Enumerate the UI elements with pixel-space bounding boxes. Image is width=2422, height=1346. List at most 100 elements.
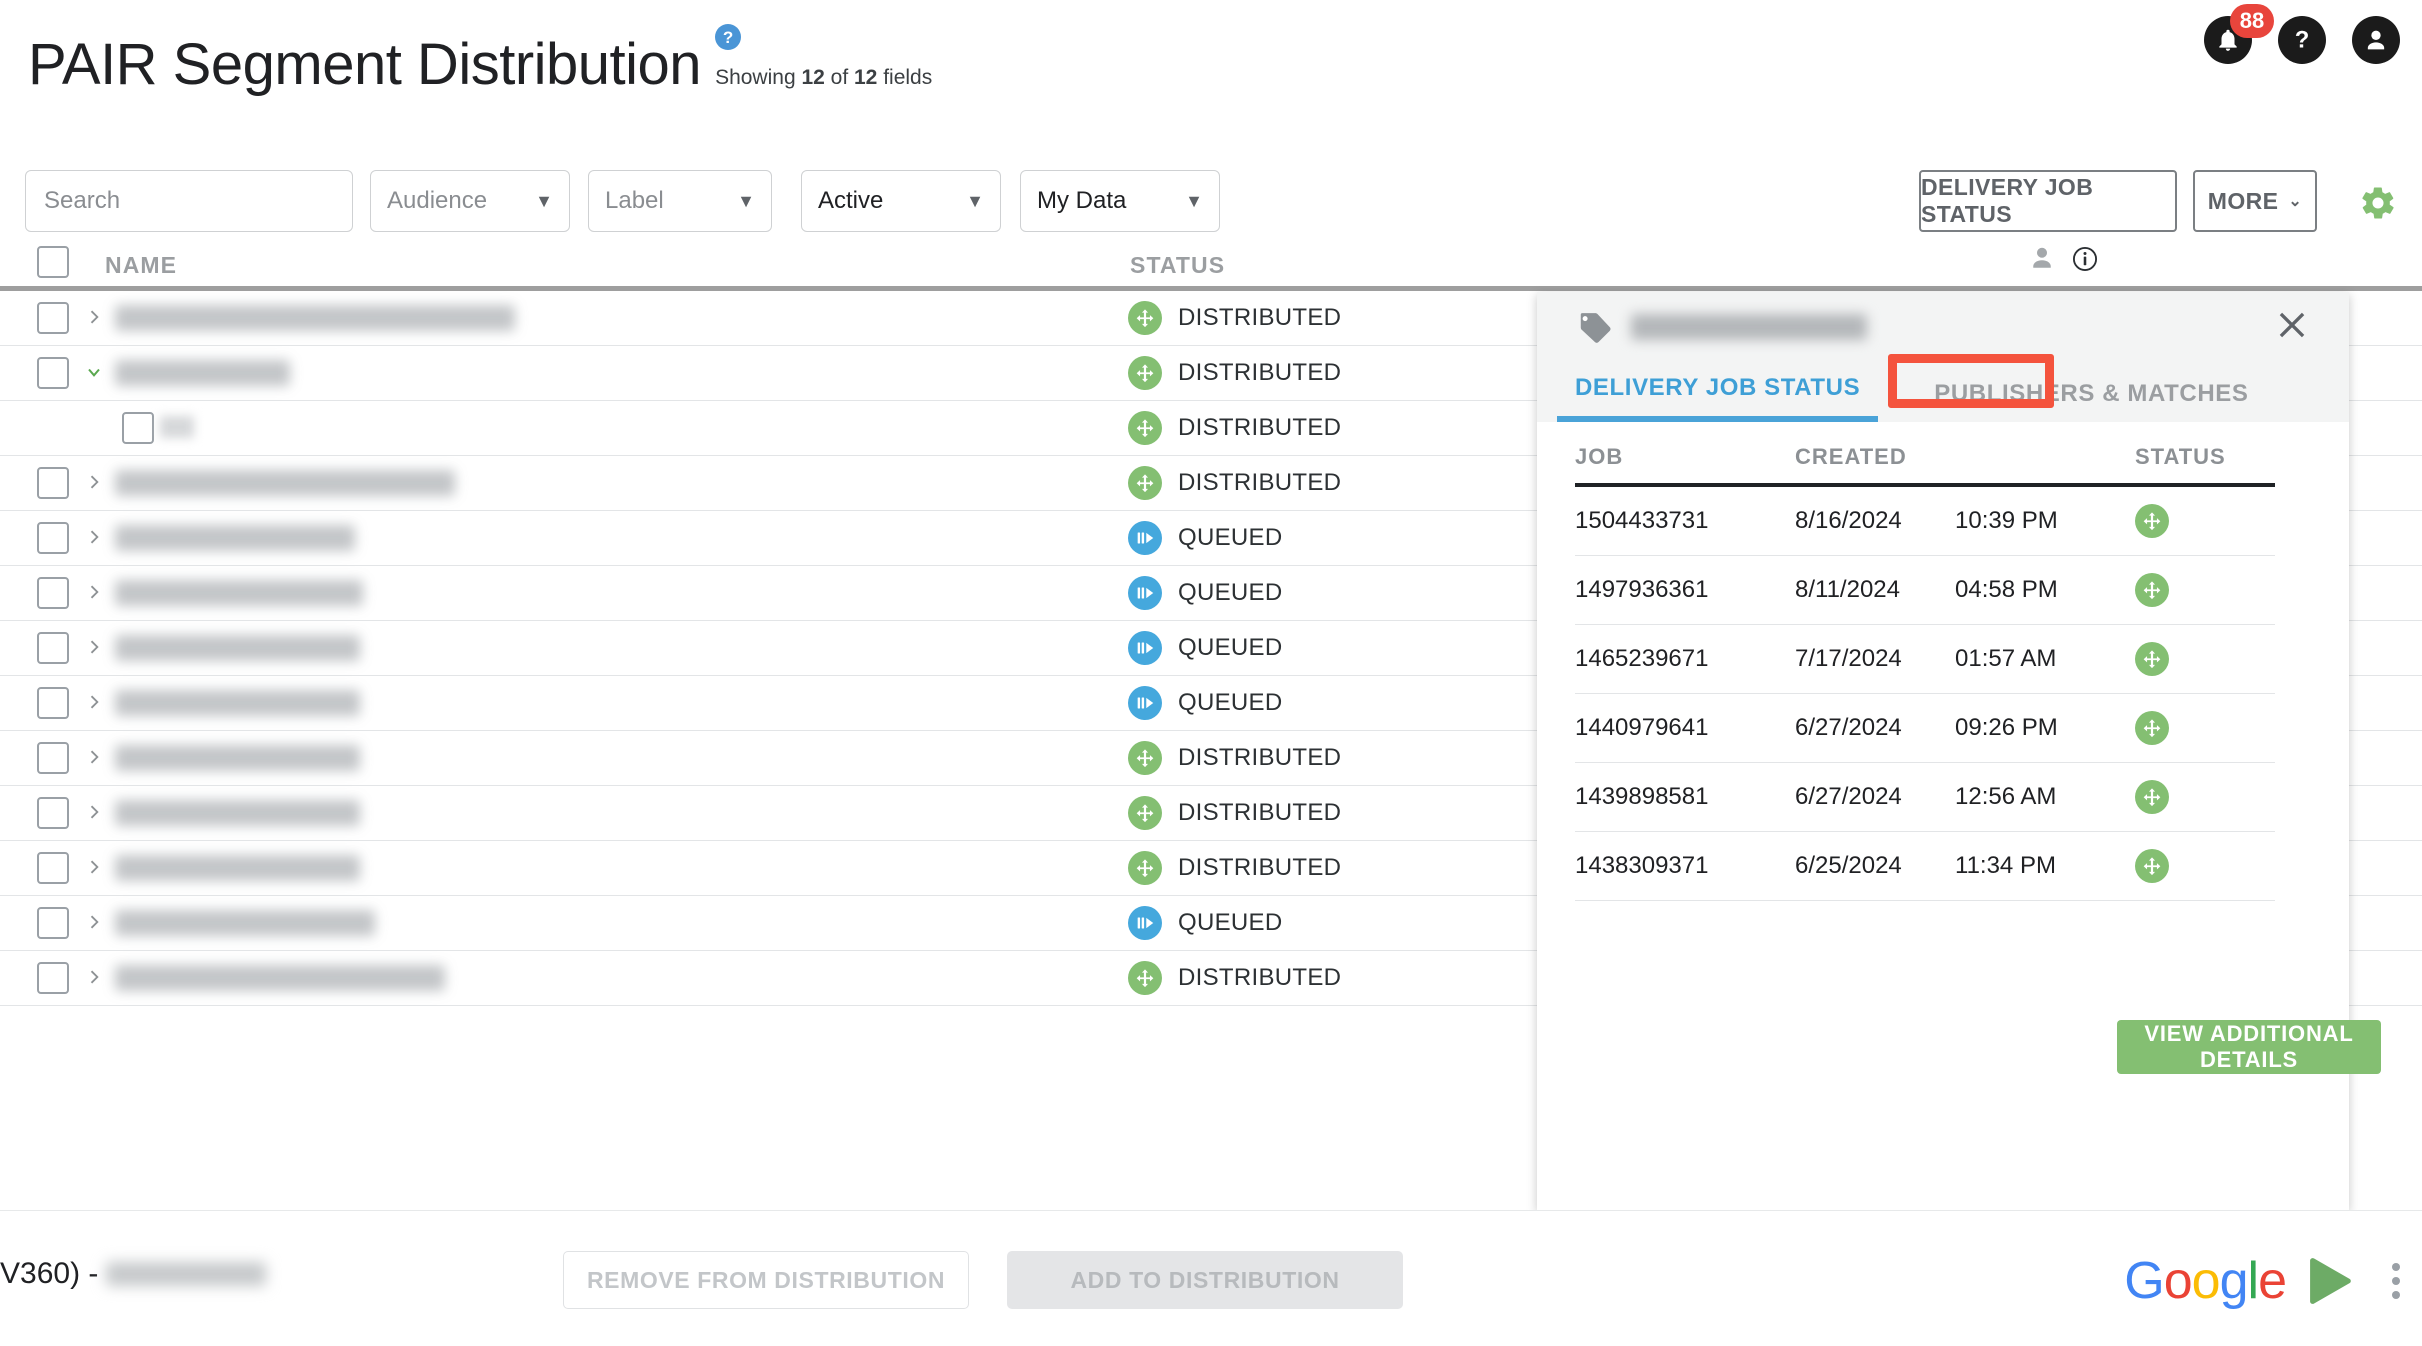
chevron-right-icon[interactable] bbox=[84, 747, 104, 769]
help-button[interactable]: ? bbox=[2278, 16, 2326, 64]
job-time-cell: 04:58 PM bbox=[1955, 576, 2058, 603]
row-checkbox[interactable] bbox=[37, 577, 69, 614]
sub-row-checkbox[interactable] bbox=[122, 412, 154, 449]
job-status-cell bbox=[2135, 711, 2275, 745]
remove-from-distribution-button[interactable]: REMOVE FROM DISTRIBUTION bbox=[563, 1251, 969, 1309]
chevron-right-icon[interactable] bbox=[84, 692, 104, 714]
page-title: PAIR Segment Distribution bbox=[28, 32, 702, 97]
job-created-cell: 7/17/2024 bbox=[1795, 645, 1902, 672]
queued-status-icon bbox=[1128, 521, 1162, 555]
tab-delivery-job-status[interactable]: DELIVERY JOB STATUS bbox=[1557, 374, 1879, 422]
delivery-job-rows: 1504433731 8/16/2024 10:39 PM 1497936361 8/1… bbox=[1575, 487, 2275, 901]
help-badge-icon[interactable]: ? bbox=[715, 24, 742, 50]
search-input[interactable] bbox=[25, 170, 353, 232]
delivery-job-table-header: JOB CREATED STATUS bbox=[1575, 444, 2275, 487]
chevron-right-icon[interactable] bbox=[84, 582, 104, 604]
job-created-cell: 6/27/2024 bbox=[1795, 714, 1902, 741]
row-name-redacted bbox=[115, 360, 290, 386]
queued-status-icon bbox=[1128, 906, 1162, 940]
filter-label[interactable]: Label ▼ bbox=[588, 170, 772, 232]
gear-icon bbox=[2362, 187, 2394, 219]
job-status-column-header: STATUS bbox=[2135, 444, 2226, 469]
row-status-cell: DISTRIBUTED bbox=[1128, 466, 1341, 500]
kebab-menu-icon[interactable] bbox=[2392, 1263, 2400, 1299]
chevron-down-icon[interactable] bbox=[84, 362, 104, 384]
row-name-redacted bbox=[115, 470, 455, 496]
help-icon: ? bbox=[2295, 27, 2310, 54]
distributed-status-icon bbox=[1128, 851, 1162, 885]
column-header-name[interactable]: NAME bbox=[105, 252, 177, 279]
status-badge: DISTRIBUTED bbox=[1178, 414, 1342, 441]
row-checkbox[interactable] bbox=[37, 302, 69, 339]
view-additional-details-button[interactable]: VIEW ADDITIONAL DETAILS bbox=[2117, 1020, 2381, 1074]
filter-label-label: Label bbox=[605, 187, 664, 214]
chevron-right-icon[interactable] bbox=[84, 472, 104, 494]
row-checkbox[interactable] bbox=[37, 687, 69, 724]
row-checkbox[interactable] bbox=[37, 632, 69, 669]
panel-tab-bar: DELIVERY JOB STATUS PUBLISHERS & MATCHES bbox=[1537, 364, 2266, 422]
delivery-job-row[interactable]: 1439898581 6/27/2024 12:56 AM bbox=[1575, 763, 2275, 832]
account-button[interactable] bbox=[2352, 16, 2400, 64]
delivery-job-table: JOB CREATED STATUS 1504433731 8/16/2024 10… bbox=[1575, 444, 2275, 901]
settings-gear-button[interactable] bbox=[2359, 184, 2397, 222]
delivery-job-row[interactable]: 1438309371 6/25/2024 11:34 PM bbox=[1575, 832, 2275, 901]
job-time-cell: 10:39 PM bbox=[1955, 507, 2058, 534]
column-header-status[interactable]: STATUS bbox=[1130, 252, 1225, 279]
filter-audience[interactable]: Audience ▼ bbox=[370, 170, 570, 232]
google-letter: g bbox=[2219, 1252, 2249, 1310]
chevron-right-icon[interactable] bbox=[84, 857, 104, 879]
job-job-cell: 1504433731 bbox=[1575, 507, 1709, 534]
job-job-cell: 1440979641 bbox=[1575, 714, 1709, 741]
showing-count: 12 bbox=[801, 66, 825, 89]
job-status-cell bbox=[2135, 573, 2275, 607]
status-badge: DISTRIBUTED bbox=[1178, 799, 1342, 826]
status-badge: QUEUED bbox=[1178, 909, 1283, 936]
delivery-job-row[interactable]: 1440979641 6/27/2024 09:26 PM bbox=[1575, 694, 2275, 763]
row-checkbox[interactable] bbox=[37, 467, 69, 504]
distributed-status-icon bbox=[2135, 504, 2169, 538]
row-status-cell: DISTRIBUTED bbox=[1128, 356, 1341, 390]
chevron-down-icon: ▼ bbox=[535, 191, 553, 211]
svg-text:?: ? bbox=[2295, 27, 2310, 54]
distributed-status-icon bbox=[1128, 411, 1162, 445]
google-letter: G bbox=[2124, 1252, 2164, 1310]
chevron-right-icon[interactable] bbox=[84, 307, 104, 329]
created-column-header: CREATED bbox=[1795, 444, 1907, 469]
chevron-right-icon[interactable] bbox=[84, 967, 104, 989]
table-header-row: NAME STATUS bbox=[0, 246, 2422, 291]
chevron-right-icon[interactable] bbox=[84, 912, 104, 934]
table-header-icons bbox=[2027, 244, 2099, 274]
select-all-checkbox[interactable] bbox=[37, 246, 69, 283]
delivery-job-row[interactable]: 1497936361 8/11/2024 04:58 PM bbox=[1575, 556, 2275, 625]
status-badge: DISTRIBUTED bbox=[1178, 744, 1342, 771]
row-checkbox[interactable] bbox=[37, 742, 69, 779]
filter-my-data[interactable]: My Data ▼ bbox=[1020, 170, 1220, 232]
row-checkbox[interactable] bbox=[37, 797, 69, 834]
account-icon bbox=[2367, 30, 2385, 50]
info-icon[interactable] bbox=[2071, 245, 2099, 273]
delivery-job-row[interactable]: 1465239671 7/17/2024 01:57 AM bbox=[1575, 625, 2275, 694]
chevron-right-icon[interactable] bbox=[84, 802, 104, 824]
more-button[interactable]: MORE ⌄ bbox=[2193, 170, 2317, 232]
delivery-job-row[interactable]: 1504433731 8/16/2024 10:39 PM bbox=[1575, 487, 2275, 556]
panel-header: DELIVERY JOB STATUS PUBLISHERS & MATCHES bbox=[1537, 292, 2349, 422]
job-status-cell bbox=[2135, 849, 2275, 883]
person-icon[interactable] bbox=[2027, 244, 2057, 274]
row-name-redacted bbox=[115, 635, 360, 661]
more-button-label: MORE bbox=[2207, 187, 2279, 214]
tab-publishers-and-matches[interactable]: PUBLISHERS & MATCHES bbox=[1916, 380, 2266, 422]
chevron-right-icon[interactable] bbox=[84, 637, 104, 659]
filter-active[interactable]: Active ▼ bbox=[801, 170, 1001, 232]
row-checkbox[interactable] bbox=[37, 522, 69, 559]
add-to-distribution-button[interactable]: ADD TO DISTRIBUTION bbox=[1007, 1251, 1403, 1309]
panel-close-button[interactable] bbox=[2273, 306, 2311, 344]
delivery-job-status-button[interactable]: DELIVERY JOB STATUS bbox=[1919, 170, 2177, 232]
notifications-button[interactable]: 88 bbox=[2204, 4, 2274, 64]
row-checkbox[interactable] bbox=[37, 962, 69, 999]
chevron-right-icon[interactable] bbox=[84, 527, 104, 549]
queued-status-icon bbox=[1128, 631, 1162, 665]
row-checkbox[interactable] bbox=[37, 357, 69, 394]
row-checkbox[interactable] bbox=[37, 852, 69, 889]
row-status-cell: DISTRIBUTED bbox=[1128, 411, 1341, 445]
row-checkbox[interactable] bbox=[37, 907, 69, 944]
